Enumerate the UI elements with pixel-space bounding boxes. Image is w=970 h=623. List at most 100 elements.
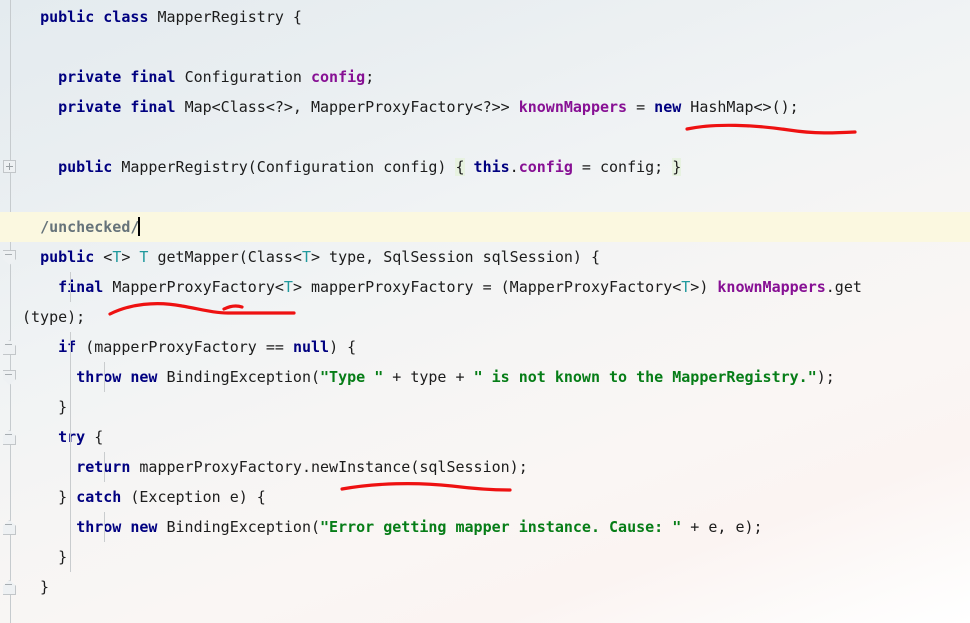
code-token: = config;	[572, 158, 673, 176]
code-token: private final	[58, 98, 185, 116]
code-token: getMapper(Class<	[148, 248, 302, 266]
text-caret	[138, 217, 141, 236]
code-token: =	[627, 98, 655, 116]
line-throw-binding-exception-cause[interactable]: throw new BindingException("Error gettin…	[0, 512, 970, 542]
code-token: >	[121, 248, 140, 266]
code-token: .	[509, 158, 519, 176]
code-token: }	[22, 488, 77, 506]
code-token: ;	[365, 68, 375, 86]
code-token: BindingException(	[166, 368, 321, 386]
code-token: HashMap<>();	[690, 98, 799, 116]
code-token: );	[816, 368, 835, 386]
indent-guide	[70, 392, 71, 422]
code-token: Map<Class<?>, MapperProxyFactory<?>>	[184, 98, 519, 116]
line-constructor[interactable]: public MapperRegistry(Configuration conf…	[0, 152, 970, 182]
code-token: try	[58, 428, 95, 446]
code-token: Configuration	[184, 68, 311, 86]
line-return-newinstance[interactable]: return mapperProxyFactory.newInstance(sq…	[0, 452, 970, 482]
line-field-knownmappers[interactable]: private final Map<Class<?>, MapperProxyF…	[0, 92, 970, 122]
code-token: MapperRegistry(Configuration config)	[121, 158, 456, 176]
code-token: config	[311, 68, 366, 86]
code-content[interactable]: public class MapperRegistry { private fi…	[0, 0, 970, 602]
code-token: {	[94, 428, 104, 446]
code-token: "Error getting mapper instance. Cause: "	[320, 518, 682, 536]
line-class-declaration[interactable]: public class MapperRegistry {	[0, 2, 970, 32]
line-mapperproxyfactory-assignment[interactable]: final MapperProxyFactory<T> mapperProxyF…	[0, 272, 970, 302]
code-token: }	[672, 158, 682, 176]
code-token: private final	[58, 68, 185, 86]
indent-guide	[104, 452, 105, 482]
code-token: (mapperProxyFactory ==	[85, 338, 293, 356]
code-token: MapperProxyFactory<	[112, 278, 284, 296]
indent-guide	[104, 512, 105, 542]
code-token: final	[58, 278, 113, 296]
indent-guide	[70, 542, 71, 572]
code-token: new	[654, 98, 691, 116]
line-mapperproxyfactory-wrap[interactable]: (type);	[0, 302, 970, 332]
code-token: T	[283, 278, 293, 296]
code-token: public	[40, 248, 104, 266]
indent-guide	[70, 482, 71, 512]
indent-guide	[104, 362, 105, 392]
code-token: > type, SqlSession sqlSession) {	[311, 248, 600, 266]
code-token: mapperProxyFactory.newInstance(sqlSessio…	[139, 458, 528, 476]
code-token: }	[22, 578, 50, 596]
code-token: catch	[76, 488, 131, 506]
code-token: {	[455, 158, 465, 176]
code-token: (type);	[22, 308, 86, 326]
code-token: if	[58, 338, 86, 356]
code-token: + type +	[383, 368, 474, 386]
code-token: public	[58, 158, 122, 176]
line-close-null-check[interactable]: }	[0, 392, 970, 422]
line-blank-2[interactable]	[0, 122, 970, 152]
code-editor[interactable]: public class MapperRegistry { private fi…	[0, 0, 970, 623]
line-null-check[interactable]: if (mapperProxyFactory == null) {	[0, 332, 970, 362]
code-token: T	[301, 248, 311, 266]
line-close-catch[interactable]: }	[0, 542, 970, 572]
code-token: }	[22, 548, 68, 566]
line-catch[interactable]: } catch (Exception e) {	[0, 482, 970, 512]
code-token: }	[22, 398, 68, 416]
code-token: <	[103, 248, 113, 266]
line-blank-3[interactable]	[0, 182, 970, 212]
indent-guide	[70, 452, 71, 482]
code-token: throw new	[76, 368, 167, 386]
line-unchecked-comment[interactable]: /unchecked/	[0, 212, 970, 242]
line-field-config[interactable]: private final Configuration config;	[0, 62, 970, 92]
code-token: null	[292, 338, 330, 356]
code-token: T	[112, 248, 122, 266]
line-close-method[interactable]: }	[0, 572, 970, 602]
code-token: knownMappers	[717, 278, 826, 296]
code-token: knownMappers	[518, 98, 628, 116]
code-token: public class	[40, 8, 158, 26]
line-blank-1[interactable]	[0, 32, 970, 62]
line-throw-binding-exception-unknown[interactable]: throw new BindingException("Type " + typ…	[0, 362, 970, 392]
indent-guide	[70, 272, 71, 302]
indent-guide	[70, 422, 71, 452]
code-token: >)	[690, 278, 718, 296]
code-token: return	[76, 458, 140, 476]
line-getmapper-signature[interactable]: public <T> T getMapper(Class<T> type, Sq…	[0, 242, 970, 272]
code-token: .get	[825, 278, 862, 296]
indent-guide	[70, 362, 71, 392]
code-token: + e, e);	[681, 518, 763, 536]
line-try[interactable]: try {	[0, 422, 970, 452]
code-token: MapperRegistry {	[157, 8, 302, 26]
indent-guide	[70, 512, 71, 542]
code-token: > mapperProxyFactory = (MapperProxyFacto…	[292, 278, 682, 296]
code-token: ) {	[329, 338, 357, 356]
indent-guide	[70, 332, 71, 362]
code-token: /unchecked/	[40, 218, 140, 236]
